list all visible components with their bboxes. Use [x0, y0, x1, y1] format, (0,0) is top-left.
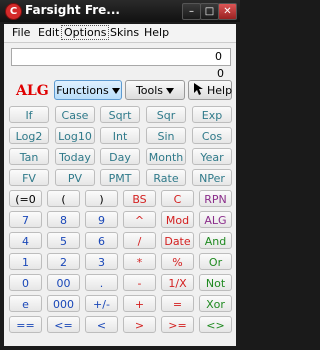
help-label: Help: [207, 84, 233, 97]
key-6-5[interactable]: And: [199, 232, 232, 249]
key-2-4[interactable]: Year: [192, 148, 232, 165]
key-9-2[interactable]: +/-: [85, 295, 118, 312]
key-7-5[interactable]: Or: [199, 253, 232, 270]
key-0-2[interactable]: Sqrt: [100, 106, 140, 123]
key-6-0[interactable]: 4: [9, 232, 42, 249]
key-8-1[interactable]: 00: [47, 274, 80, 291]
key-3-4[interactable]: NPer: [192, 169, 232, 186]
mode-indicator: ALG: [16, 83, 49, 99]
help-pointer-icon: [193, 82, 205, 103]
key-10-3[interactable]: >: [123, 316, 156, 333]
key-3-1[interactable]: PV: [55, 169, 95, 186]
key-4-1[interactable]: (: [47, 190, 80, 207]
menu-options[interactable]: Options: [61, 25, 110, 40]
key-9-3[interactable]: +: [123, 295, 156, 312]
window-title: Farsight Fre...: [25, 3, 120, 17]
key-10-1[interactable]: <=: [47, 316, 80, 333]
key-4-5[interactable]: RPN: [199, 190, 232, 207]
key-0-1[interactable]: Case: [55, 106, 95, 123]
key-9-0[interactable]: e: [9, 295, 42, 312]
key-1-4[interactable]: Cos: [192, 127, 232, 144]
key-1-3[interactable]: Sin: [146, 127, 186, 144]
calculator-body: 0 0 ALG Functions Tools Help If Case Sqrt S…: [4, 43, 236, 346]
key-4-2[interactable]: ): [85, 190, 118, 207]
key-7-2[interactable]: 3: [85, 253, 118, 270]
menu-file[interactable]: File: [12, 26, 30, 39]
help-button[interactable]: Help: [188, 80, 232, 100]
key-7-4[interactable]: %: [161, 253, 194, 270]
key-0-0[interactable]: If: [9, 106, 49, 123]
menu-bar: File Edit Options Skins Help: [4, 24, 236, 43]
key-6-4[interactable]: Date: [161, 232, 194, 249]
close-button[interactable]: ✕: [218, 3, 237, 20]
key-3-2[interactable]: PMT: [100, 169, 140, 186]
minimize-button[interactable]: –: [182, 3, 201, 20]
maximize-button[interactable]: □: [200, 3, 219, 20]
key-5-4[interactable]: Mod: [161, 211, 194, 228]
key-5-5[interactable]: ALG: [199, 211, 232, 228]
key-6-1[interactable]: 5: [47, 232, 80, 249]
key-7-1[interactable]: 2: [47, 253, 80, 270]
key-10-2[interactable]: <: [85, 316, 118, 333]
key-0-3[interactable]: Sqr: [146, 106, 186, 123]
display-main-value: 0: [215, 50, 222, 63]
key-7-0[interactable]: 1: [9, 253, 42, 270]
display-secondary-value: 0: [217, 67, 224, 80]
menu-help[interactable]: Help: [144, 26, 169, 39]
key-1-0[interactable]: Log2: [9, 127, 49, 144]
app-window: C Farsight Fre... – □ ✕ File Edit Option…: [0, 0, 240, 350]
key-4-3[interactable]: BS: [123, 190, 156, 207]
tools-button[interactable]: Tools: [125, 80, 185, 100]
key-8-4[interactable]: 1/X: [161, 274, 194, 291]
key-2-1[interactable]: Today: [55, 148, 95, 165]
menu-skins[interactable]: Skins: [110, 26, 139, 39]
menu-edit[interactable]: Edit: [38, 26, 59, 39]
key-4-4[interactable]: C: [161, 190, 194, 207]
key-10-0[interactable]: ==: [9, 316, 42, 333]
functions-button[interactable]: Functions: [54, 80, 122, 100]
key-5-0[interactable]: 7: [9, 211, 42, 228]
key-2-3[interactable]: Month: [146, 148, 186, 165]
key-1-1[interactable]: Log10: [55, 127, 95, 144]
key-5-1[interactable]: 8: [47, 211, 80, 228]
dropdown-arrow-icon: [111, 88, 120, 94]
key-1-2[interactable]: Int: [100, 127, 140, 144]
key-5-2[interactable]: 9: [85, 211, 118, 228]
key-0-4[interactable]: Exp: [192, 106, 232, 123]
key-8-0[interactable]: 0: [9, 274, 42, 291]
key-6-3[interactable]: /: [123, 232, 156, 249]
tools-label: Tools: [135, 84, 164, 97]
key-6-2[interactable]: 6: [85, 232, 118, 249]
key-9-5[interactable]: Xor: [199, 295, 232, 312]
key-8-2[interactable]: .: [85, 274, 118, 291]
key-7-3[interactable]: *: [123, 253, 156, 270]
functions-label: Functions: [56, 84, 109, 97]
key-10-4[interactable]: >=: [161, 316, 194, 333]
key-5-3[interactable]: ^: [123, 211, 156, 228]
key-8-5[interactable]: Not: [199, 274, 232, 291]
display-panel: 0: [11, 48, 231, 66]
key-10-5[interactable]: <>: [199, 316, 232, 333]
key-9-1[interactable]: 000: [47, 295, 80, 312]
key-2-0[interactable]: Tan: [9, 148, 49, 165]
key-3-3[interactable]: Rate: [146, 169, 186, 186]
key-9-4[interactable]: =: [161, 295, 194, 312]
app-logo-icon[interactable]: C: [5, 3, 22, 20]
key-8-3[interactable]: -: [123, 274, 156, 291]
title-bar[interactable]: C Farsight Fre... – □ ✕: [0, 0, 240, 22]
key-4-0[interactable]: (=0: [9, 190, 42, 207]
key-3-0[interactable]: FV: [9, 169, 49, 186]
dropdown-arrow-icon: [166, 88, 175, 94]
key-2-2[interactable]: Day: [100, 148, 140, 165]
